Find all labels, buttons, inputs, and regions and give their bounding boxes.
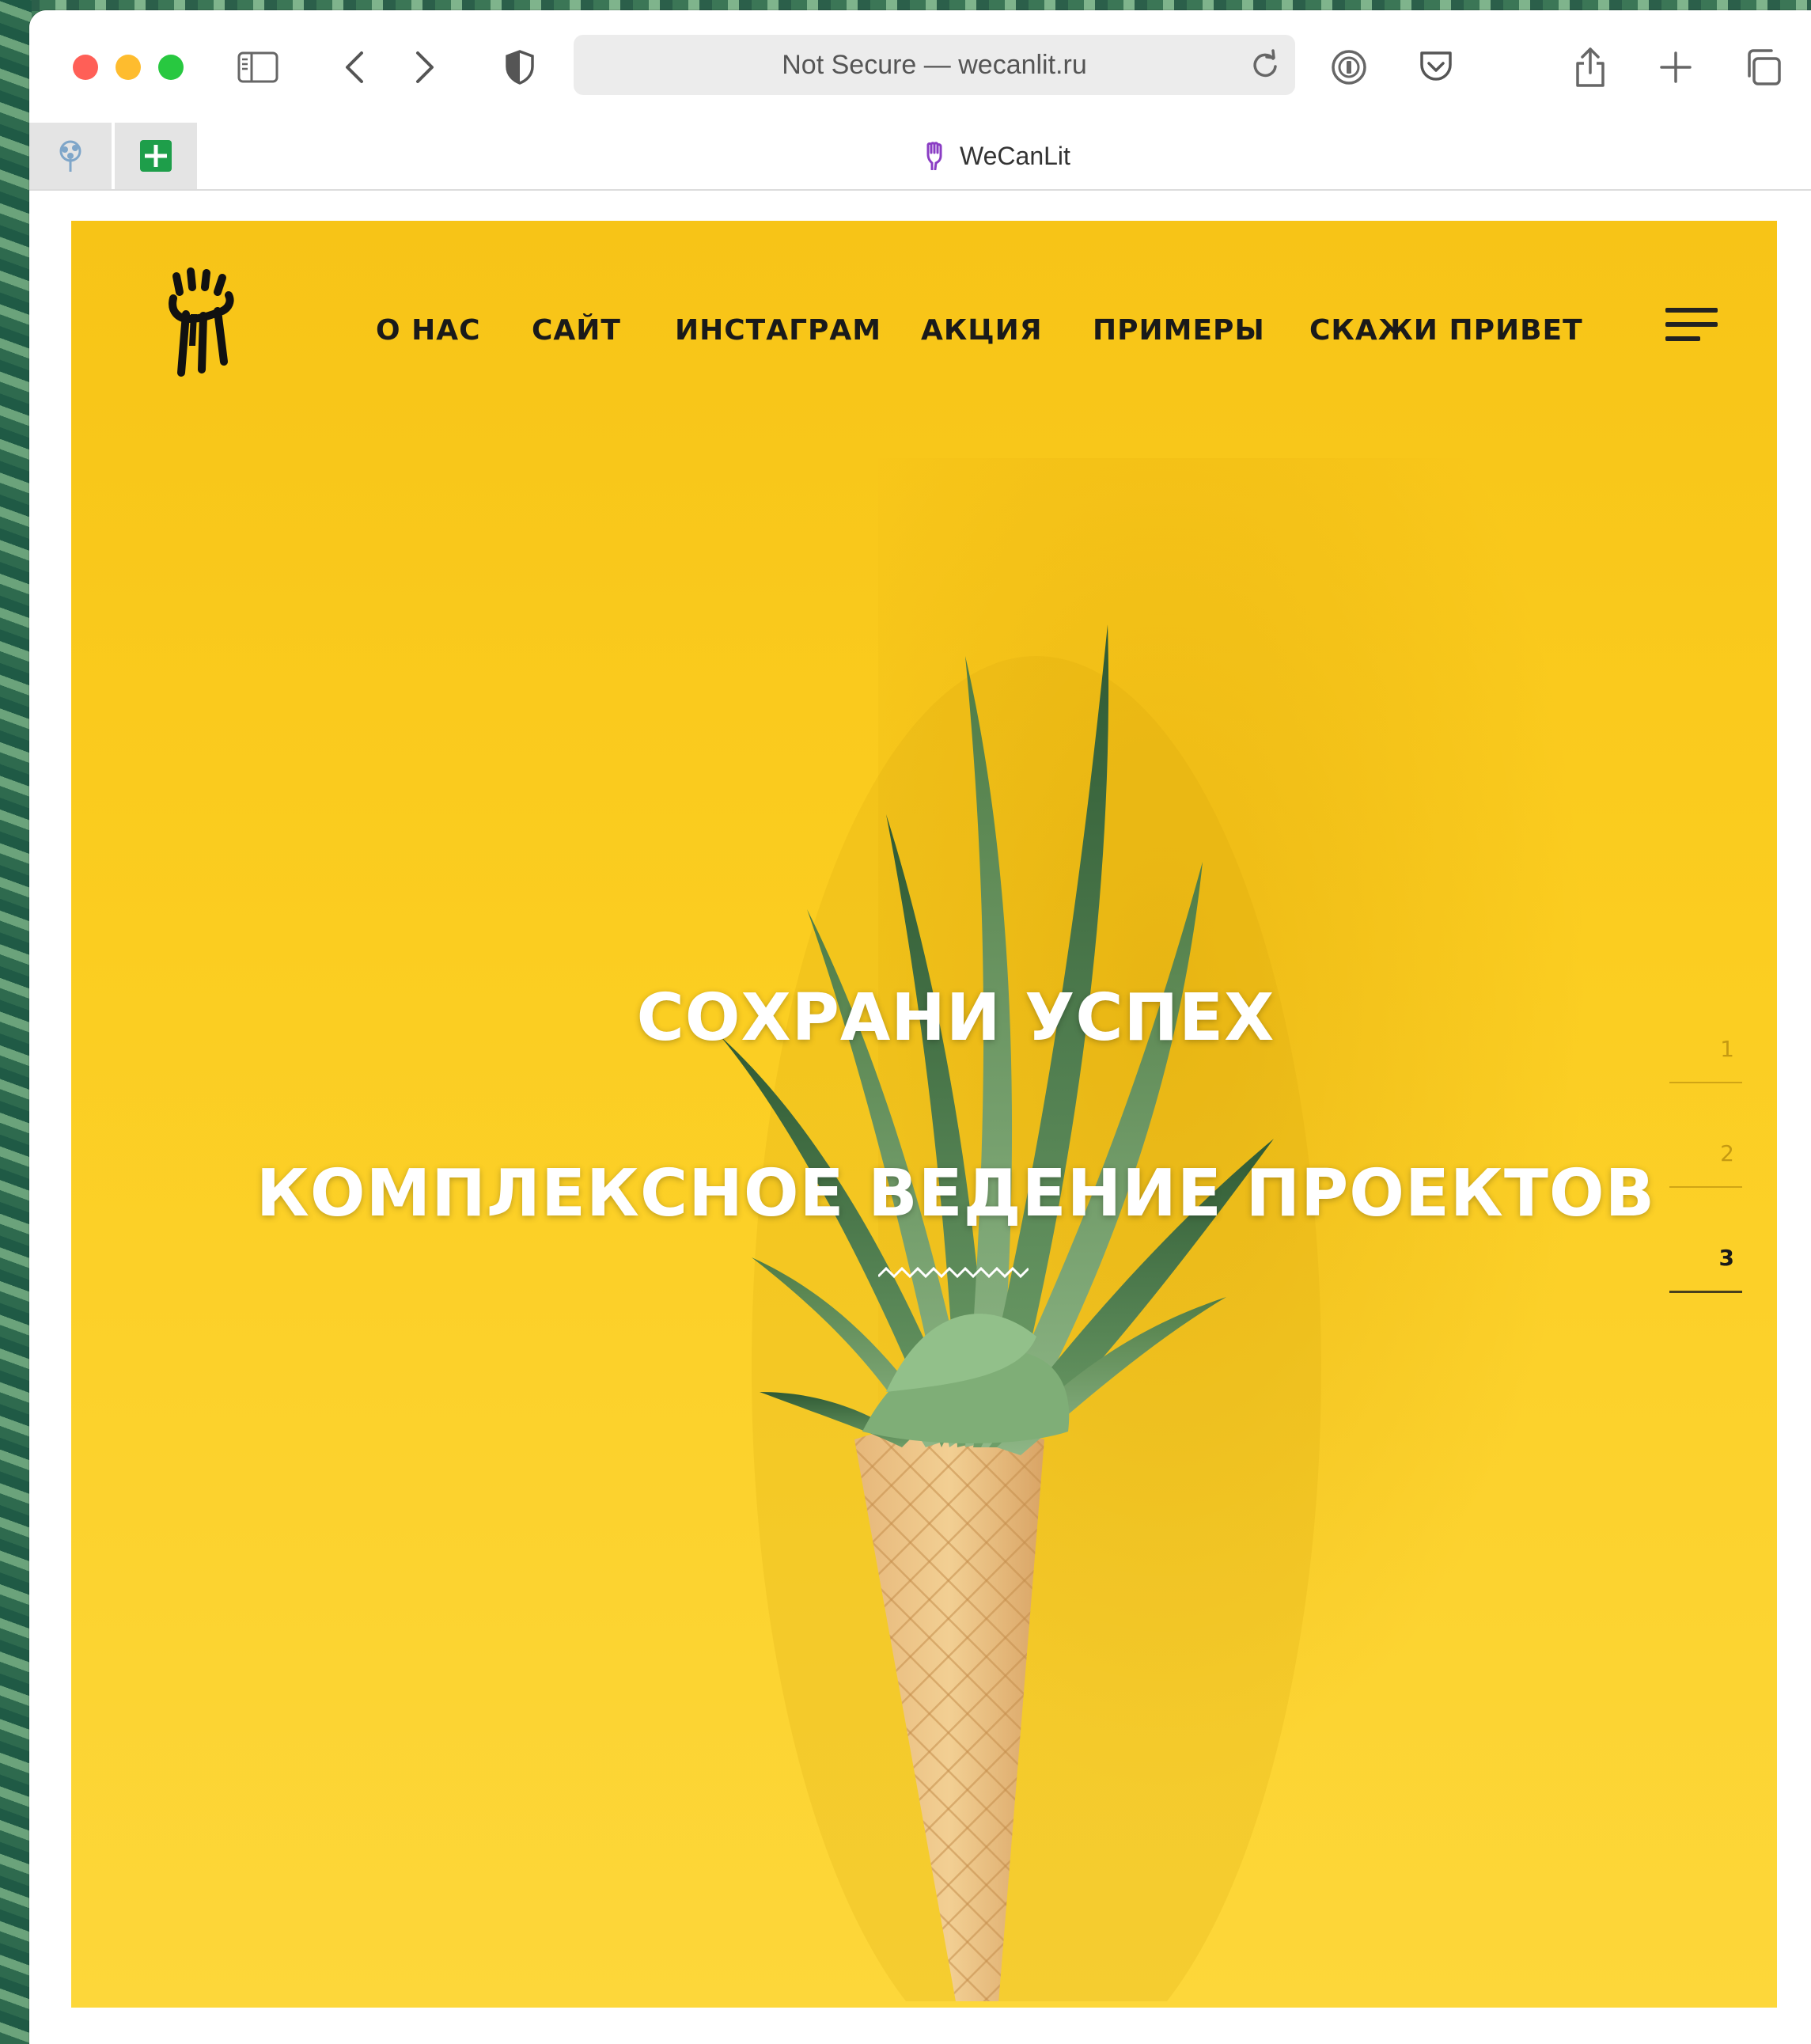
chevron-left-icon[interactable] — [332, 45, 377, 89]
slide-number: 3 — [1718, 1245, 1734, 1271]
pocket-icon[interactable] — [1414, 45, 1458, 89]
slide-indicator-line — [1669, 1082, 1742, 1083]
desktop-wallpaper-top — [0, 0, 1811, 11]
plus-icon[interactable] — [1654, 45, 1698, 89]
nav-item-say-hello[interactable]: СКАЖИ ПРИВЕТ — [1309, 314, 1583, 347]
close-window-button[interactable] — [73, 55, 98, 80]
hero-section: О НАС САЙТ ИНСТАГРАМ АКЦИЯ ПРИМЕРЫ СКАЖИ… — [71, 221, 1777, 2008]
hero-title-primary: СОХРАНИ УСПЕХ — [636, 980, 1275, 1056]
pinned-tab-sheets[interactable] — [115, 123, 197, 189]
tab-bar: WeCanLit — [29, 123, 1811, 191]
zigzag-divider-icon — [878, 1266, 1029, 1279]
chevron-right-icon[interactable] — [403, 45, 447, 89]
reload-icon[interactable] — [1249, 49, 1281, 81]
site-favicon-icon — [926, 142, 942, 170]
minimize-window-button[interactable] — [116, 55, 141, 80]
tabs-overview-icon[interactable] — [1741, 45, 1785, 89]
active-tab[interactable]: WeCanLit — [923, 123, 1070, 189]
slide-dot-1[interactable]: 1 — [1669, 1036, 1742, 1140]
slide-indicator-line — [1669, 1291, 1742, 1293]
spreadsheet-icon — [140, 140, 172, 172]
browser-window: Not Secure — wecanlit.ru WeCanLit О НАС … — [29, 10, 1811, 2044]
hamburger-menu-icon[interactable] — [1665, 305, 1722, 352]
browser-toolbar: Not Secure — wecanlit.ru — [29, 10, 1811, 123]
slide-number: 1 — [1720, 1036, 1734, 1062]
main-navigation: О НАС САЙТ ИНСТАГРАМ АКЦИЯ ПРИМЕРЫ СКАЖИ… — [71, 314, 1777, 362]
pinned-tab-tree[interactable] — [29, 123, 112, 189]
slide-dot-3[interactable]: 3 — [1669, 1245, 1742, 1349]
tab-title: WeCanLit — [960, 141, 1070, 170]
slide-indicator-line — [1669, 1186, 1742, 1188]
sidebar-icon[interactable] — [236, 45, 280, 89]
share-icon[interactable] — [1568, 45, 1612, 89]
desktop-wallpaper-left — [0, 0, 32, 2044]
nav-item-about[interactable]: О НАС — [376, 314, 481, 347]
nav-item-instagram[interactable]: ИНСТАГРАМ — [675, 314, 881, 347]
nav-item-examples[interactable]: ПРИМЕРЫ — [1093, 314, 1265, 347]
tree-icon — [59, 140, 81, 172]
address-text: Not Secure — wecanlit.ru — [782, 50, 1087, 80]
slide-number: 2 — [1720, 1140, 1734, 1166]
zoom-window-button[interactable] — [158, 55, 184, 80]
slide-dot-2[interactable]: 2 — [1669, 1140, 1742, 1245]
slide-pagination: 1 2 3 — [1669, 1036, 1742, 1349]
nav-item-promo[interactable]: АКЦИЯ — [921, 314, 1043, 347]
shield-icon[interactable] — [498, 45, 542, 89]
hero-title-secondary: КОМПЛЕКСНОЕ ВЕДЕНИЕ ПРОЕКТОВ — [256, 1156, 1656, 1231]
address-bar[interactable]: Not Secure — wecanlit.ru — [574, 35, 1295, 95]
password-manager-icon[interactable] — [1327, 45, 1371, 89]
nav-item-site[interactable]: САЙТ — [532, 314, 621, 347]
